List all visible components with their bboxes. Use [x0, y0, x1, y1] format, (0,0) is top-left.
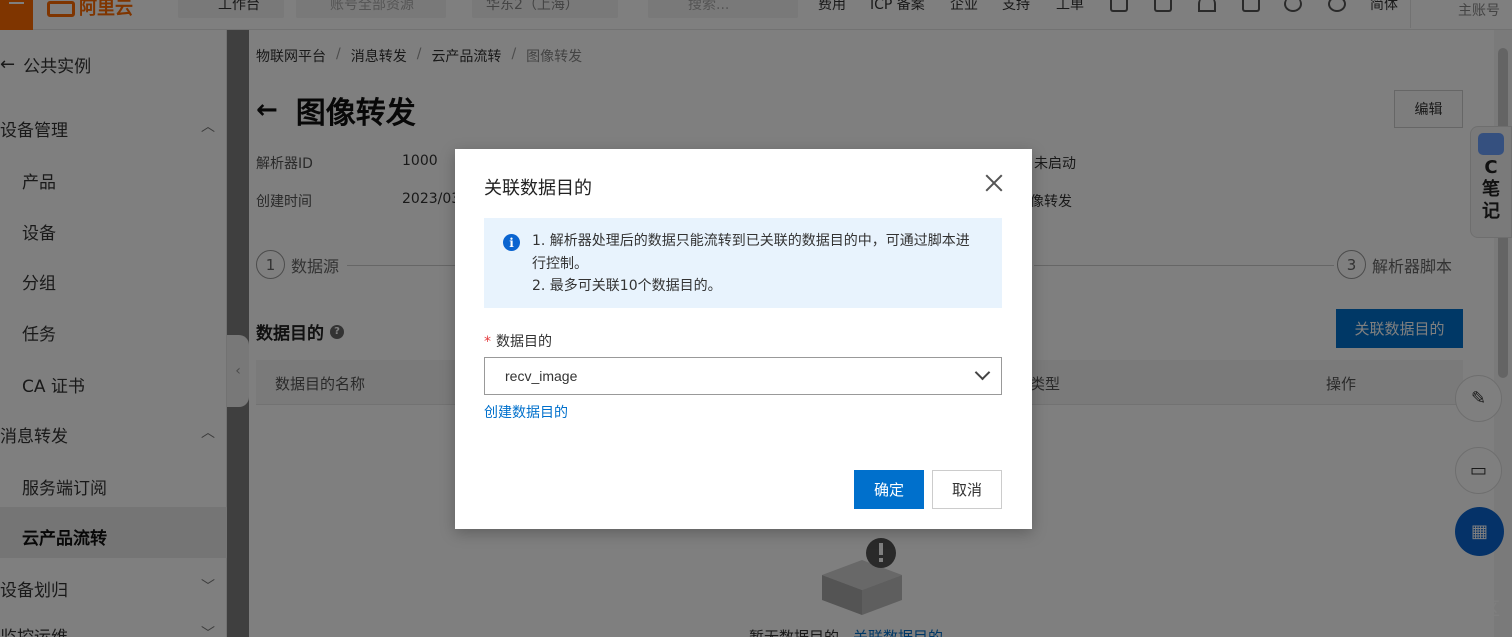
create-destination-link[interactable]: 创建数据目的 — [484, 402, 568, 422]
required-marker: * — [484, 334, 491, 350]
info-icon: i — [503, 234, 520, 251]
close-icon[interactable] — [982, 171, 1006, 195]
destination-select-value: recv_image — [505, 368, 578, 384]
destination-select[interactable]: recv_image — [484, 357, 1002, 395]
notice-line-1: 1. 解析器处理后的数据只能流转到已关联的数据目的中，可通过脚本进 — [532, 233, 970, 249]
dialog-title: 关联数据目的 — [484, 178, 592, 199]
chevron-down-icon — [975, 367, 989, 381]
notice-line-2: 2. 最多可关联10个数据目的。 — [532, 278, 722, 294]
confirm-button[interactable]: 确定 — [854, 470, 924, 509]
info-notice: i 1. 解析器处理后的数据只能流转到已关联的数据目的中，可通过脚本进 行控制。… — [484, 218, 1002, 308]
notice-line-1-cont: 行控制。 — [532, 255, 588, 272]
associate-destination-dialog: 关联数据目的 i 1. 解析器处理后的数据只能流转到已关联的数据目的中，可通过脚… — [455, 149, 1032, 529]
destination-field-label: * 数据目的 — [484, 331, 552, 351]
cancel-button[interactable]: 取消 — [932, 470, 1002, 509]
field-label-text: 数据目的 — [496, 334, 552, 350]
